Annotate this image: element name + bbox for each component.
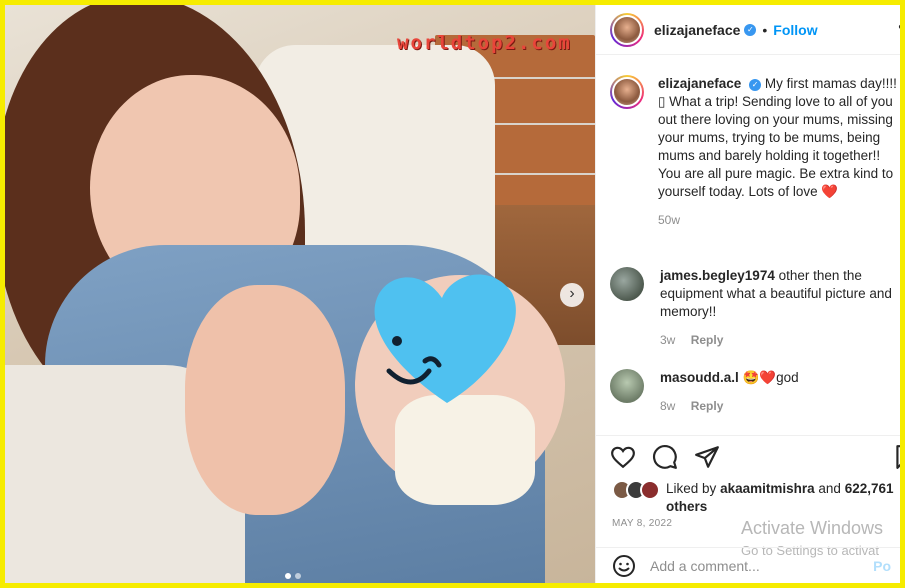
post-date: MAY 8, 2022: [612, 518, 673, 529]
action-bar: [596, 435, 900, 475]
comment-meta: 8w Reply: [660, 397, 900, 415]
caption-meta: 50w: [658, 211, 898, 229]
photo-skin: [185, 285, 345, 515]
avatar: [640, 480, 660, 500]
likes-summary: Liked by akaamitmishra and 622,761 other…: [612, 480, 900, 516]
liker-avatars: [612, 480, 660, 516]
chevron-right-icon[interactable]: ›: [560, 283, 584, 307]
comment-body: masoudd.a.l 🤩❤️god 8w Reply: [660, 369, 900, 415]
instagram-post-window: worldtop2.com › elizajaneface ✓ • Follow…: [5, 5, 900, 583]
list-item: masoudd.a.l 🤩❤️god 8w Reply: [610, 369, 900, 415]
more-options-icon[interactable]: •: [898, 19, 900, 37]
verified-icon: ✓: [744, 23, 757, 36]
comments-list: elizajaneface ✓ My first mamas day!!!! ▯…: [596, 55, 900, 435]
reply-button[interactable]: Reply: [691, 399, 724, 413]
emoji-icon[interactable]: [612, 554, 636, 578]
carousel-dot: [285, 573, 291, 579]
avatar[interactable]: [610, 75, 644, 109]
caption-username[interactable]: elizajaneface: [658, 76, 741, 91]
red-heart-emoji: ❤️: [821, 184, 839, 199]
reply-button[interactable]: Reply: [691, 333, 724, 347]
likes-suffix[interactable]: others: [666, 499, 707, 514]
caption: elizajaneface ✓ My first mamas day!!!! ▯…: [610, 75, 900, 229]
post-button[interactable]: Po: [873, 558, 891, 574]
comment-username[interactable]: masoudd.a.l: [660, 370, 739, 385]
watermark-text: worldtop2.com: [397, 32, 572, 54]
likes-user[interactable]: akaamitmishra: [720, 481, 815, 496]
comment-username[interactable]: james.begley1974: [660, 268, 775, 283]
caption-text: My first mamas day!!!! ▯ What a trip! Se…: [658, 76, 897, 199]
comment-text: 🤩❤️god: [742, 370, 799, 385]
comment-icon[interactable]: [652, 444, 678, 470]
comment-input[interactable]: Add a comment...: [650, 558, 873, 574]
heart-sticker-icon: [374, 274, 516, 403]
verified-icon: ✓: [749, 79, 762, 91]
caption-age: 50w: [658, 213, 681, 227]
comment-body: james.begley1974 other then the equipmen…: [660, 267, 900, 349]
add-comment-bar: Add a comment... Po: [596, 547, 900, 583]
carousel-dots: [285, 573, 301, 579]
comment-meta: 3w Reply: [660, 331, 900, 349]
post-photo[interactable]: worldtop2.com ›: [5, 5, 595, 583]
post-header: elizajaneface ✓ • Follow •: [596, 5, 900, 55]
comment-age: 8w: [660, 399, 676, 413]
header-username[interactable]: elizajaneface: [654, 22, 740, 38]
share-icon[interactable]: [694, 444, 720, 470]
caption-body: elizajaneface ✓ My first mamas day!!!! ▯…: [658, 75, 898, 229]
list-item: james.begley1974 other then the equipmen…: [610, 267, 900, 349]
likes-prefix: Liked by: [666, 481, 717, 496]
carousel-dot: [295, 573, 301, 579]
likes-middle: and: [818, 481, 841, 496]
follow-button[interactable]: Follow: [773, 22, 817, 38]
avatar[interactable]: [610, 12, 644, 47]
likes-count[interactable]: 622,761: [845, 481, 894, 496]
header-separator: •: [762, 21, 768, 38]
heart-icon[interactable]: [610, 444, 636, 470]
post-side-panel: elizajaneface ✓ • Follow • elizajaneface…: [595, 5, 900, 583]
avatar[interactable]: [610, 267, 644, 301]
avatar[interactable]: [610, 369, 644, 403]
comment-age: 3w: [660, 333, 676, 347]
bookmark-icon[interactable]: [892, 444, 900, 470]
activate-line1: Activate Windows: [741, 518, 884, 538]
likes-text[interactable]: Liked by akaamitmishra and 622,761 other…: [666, 480, 900, 516]
